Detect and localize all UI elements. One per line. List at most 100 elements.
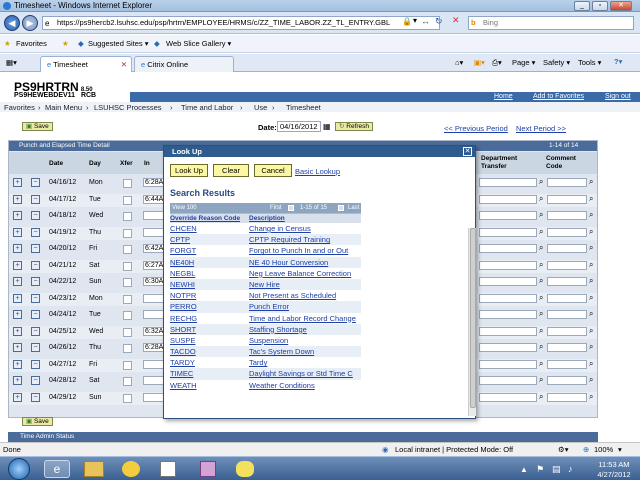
add-row-icon[interactable]: + [13,392,22,402]
web-slice-link[interactable]: Web Slice Gallery ▾ [166,39,231,48]
add-favorite-icon[interactable]: ★ [62,39,69,48]
list-item[interactable]: WEATH Weather Conditions [170,380,361,391]
lookup-icon[interactable]: ⌕ [539,194,543,204]
delete-row-icon[interactable]: − [31,293,40,303]
comment-code-input[interactable] [547,376,587,385]
zoom-level[interactable]: 100% [594,445,613,454]
feeds-icon[interactable]: ▣▾ [474,58,485,67]
department-transfer-input[interactable] [479,343,537,352]
override-reason-code-link[interactable]: WEATH [170,380,197,391]
messenger-icon[interactable] [122,461,140,477]
xfer-checkbox[interactable] [123,294,132,304]
lookup-icon[interactable]: ⌕ [589,243,593,253]
lookup-icon[interactable]: ⌕ [589,326,593,336]
lookup-icon[interactable]: ⌕ [589,210,593,220]
xfer-checkbox[interactable] [123,179,132,188]
comment-code-input[interactable] [547,343,587,352]
lookup-icon[interactable]: ⌕ [539,276,543,286]
breadcrumb-timesheet[interactable]: Timesheet [286,103,321,112]
ie-taskbar-icon[interactable]: e [44,460,70,478]
description-link[interactable]: Time and Labor Record Change [249,313,356,324]
add-to-favorites-link[interactable]: Add to Favorites [533,93,584,100]
stop-icon[interactable]: ✕ [452,15,460,26]
override-reason-code-link[interactable]: PERRO [170,301,197,312]
description-link[interactable]: Change in Census [249,223,311,234]
back-button[interactable]: ◀ [4,15,20,31]
xfer-checkbox[interactable] [123,377,132,386]
description-link[interactable]: Weather Conditions [249,380,315,391]
maximize-button[interactable]: ▫ [592,1,608,11]
description-link[interactable]: Tac's System Down [249,346,314,357]
delete-row-icon[interactable]: − [31,211,40,220]
save-button-bottom[interactable]: ▣ Save [22,417,53,426]
help-icon[interactable]: ?▾ [614,57,622,66]
list-item[interactable]: SUSPE Suspension [170,335,361,346]
department-transfer-input[interactable] [479,211,537,220]
flag-icon[interactable]: ⚑ [536,464,544,475]
comment-code-input[interactable] [547,293,587,303]
sign-out-link[interactable]: Sign out [605,93,631,100]
lookup-icon[interactable]: ⌕ [539,309,543,319]
lookup-icon[interactable]: ⌕ [539,243,543,253]
department-transfer-input[interactable] [479,244,537,253]
lookup-icon[interactable]: ⌕ [539,375,543,385]
add-row-icon[interactable]: + [13,326,22,336]
favorites-button[interactable]: Favorites [16,39,47,48]
comment-code-input[interactable] [547,277,587,286]
page-menu[interactable]: Page ▾ [512,58,535,67]
start-button[interactable] [8,458,30,480]
lookup-icon[interactable]: ⌕ [589,359,593,369]
breadcrumb-time-labor[interactable]: Time and Labor [181,103,233,112]
delete-row-icon[interactable]: − [31,310,40,319]
lookup-icon[interactable]: ⌕ [589,276,593,286]
list-item[interactable]: TARDY Tardy [170,357,361,368]
override-reason-code-link[interactable]: TIMEC [170,368,193,379]
lookup-icon[interactable]: ⌕ [539,293,543,303]
department-transfer-input[interactable] [479,178,537,187]
list-item[interactable]: RECHG Time and Labor Record Change [170,313,361,324]
comment-code-input[interactable] [547,194,587,204]
scrollbar-thumb[interactable] [470,228,476,408]
app-icon[interactable] [200,461,216,477]
department-transfer-input[interactable] [479,293,537,303]
tools-menu[interactable]: Tools ▾ [578,58,601,67]
lookup-icon[interactable]: ⌕ [589,227,593,237]
media-icon[interactable] [236,461,254,477]
delete-row-icon[interactable]: − [31,359,40,369]
add-row-icon[interactable]: + [13,310,22,319]
view-100-link[interactable]: View 100 [172,203,197,213]
department-transfer-input[interactable] [479,392,537,402]
close-icon[interactable]: ✕ [463,147,472,156]
list-item[interactable]: NOTPR Not Present as Scheduled [170,290,361,301]
col-description[interactable]: Description [249,215,285,222]
lookup-icon[interactable]: ⌕ [539,342,543,352]
description-link[interactable]: Daylight Savings or Std Time C [249,368,353,379]
comment-code-input[interactable] [547,227,587,237]
delete-row-icon[interactable]: − [31,227,40,237]
quick-tabs-icon[interactable]: ▦▾ [6,58,17,67]
lookup-icon[interactable]: ⌕ [539,359,543,369]
breadcrumb-lsuhsc[interactable]: LSUHSC Processes [94,103,162,112]
lookup-icon[interactable]: ⌕ [589,260,593,270]
override-reason-code-link[interactable]: NOTPR [170,290,196,301]
override-reason-code-link[interactable]: SUSPE [170,335,195,346]
list-item[interactable]: NEWHI New Hire [170,278,361,291]
basic-lookup-link[interactable]: Basic Lookup [295,167,340,176]
explorer-icon[interactable] [84,461,104,477]
comment-code-input[interactable] [547,244,587,253]
lookup-icon[interactable]: ⌕ [539,392,543,402]
description-link[interactable]: Not Present as Scheduled [249,290,336,301]
description-link[interactable]: Tardy [249,357,267,368]
close-tab-icon[interactable]: ✕ [121,60,127,69]
xfer-checkbox[interactable] [123,311,132,320]
override-reason-code-link[interactable]: SHORT [170,324,196,335]
lookup-icon[interactable]: ⌕ [539,260,543,270]
add-row-icon[interactable]: + [13,293,22,303]
lookup-icon[interactable]: ⌕ [539,326,543,336]
lock-icon[interactable]: 🔒 [402,17,412,26]
comment-code-input[interactable] [547,211,587,220]
next-period-link[interactable]: Next Period >> [516,124,566,133]
lookup-icon[interactable]: ⌕ [589,177,593,187]
override-reason-code-link[interactable]: RECHG [170,313,197,324]
list-item[interactable]: CHCEN Change in Census [170,223,361,234]
